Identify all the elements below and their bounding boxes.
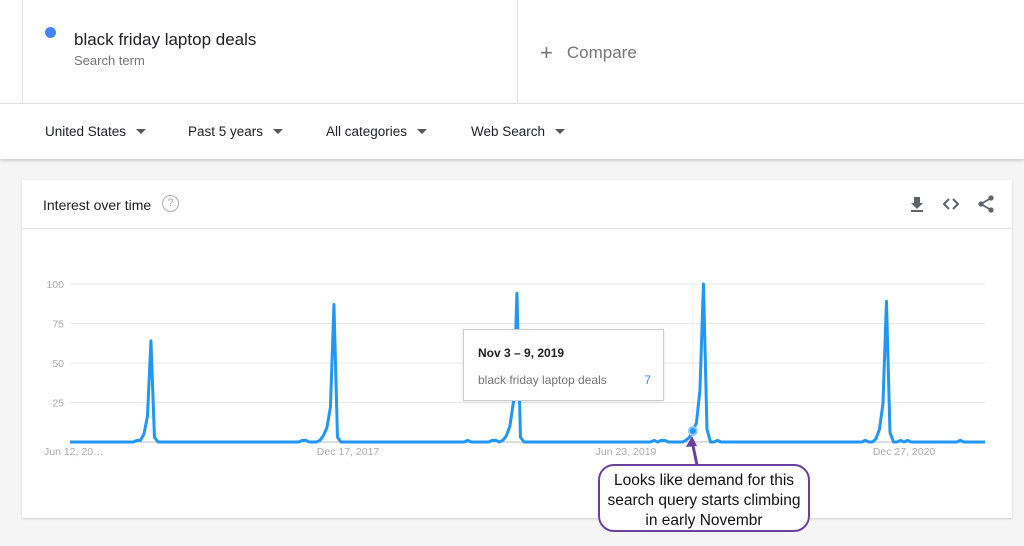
x-tick-label: Dec 27, 2020 [873, 446, 936, 458]
y-tick-label: 100 [46, 279, 64, 291]
y-tick-label: 25 [52, 398, 64, 410]
chart-tooltip: Nov 3 – 9, 2019 black friday laptop deal… [463, 329, 664, 401]
y-tick-label: 75 [52, 319, 64, 331]
x-tick-label: Jun 23, 2019 [596, 446, 657, 458]
line-chart: 25 50 75 100 Jun 12, 20… Dec 17, 2017 Jun 23, … [44, 279, 985, 466]
annotation-callout: Looks like demand for this search query … [598, 464, 810, 532]
x-tick-label: Jun 12, 20… [44, 446, 104, 458]
tooltip-date: Nov 3 – 9, 2019 [478, 346, 565, 360]
tooltip-term: black friday laptop deals [478, 373, 607, 387]
y-tick-label: 50 [52, 358, 64, 370]
tooltip-value: 7 [644, 373, 651, 387]
x-tick-label: Dec 17, 2017 [317, 446, 380, 458]
highlight-point [687, 425, 698, 436]
